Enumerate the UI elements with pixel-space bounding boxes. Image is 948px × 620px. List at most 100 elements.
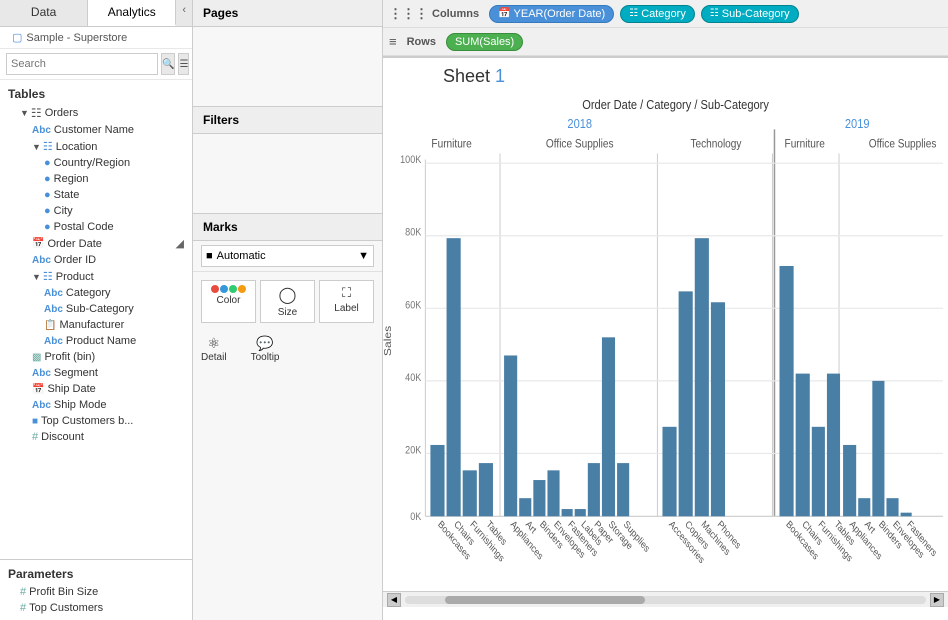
bar[interactable] (479, 463, 493, 516)
bar[interactable] (901, 513, 912, 517)
pill-category[interactable]: ☷ Category (620, 5, 695, 23)
globe-icon: ● (44, 189, 51, 201)
field-segment[interactable]: Abc Segment (0, 365, 192, 381)
left-panel: Data Analytics ‹ ▢ Sample - Superstore 🔍… (0, 0, 193, 620)
field-label: Order Date (47, 238, 175, 250)
chart-title: Sheet 1 (443, 66, 505, 86)
clip-icon: 📋 (44, 320, 56, 331)
orders-group[interactable]: ▼ ☷ Orders (0, 104, 192, 122)
chart-title-area: Sheet 1 (383, 58, 948, 87)
bar[interactable] (430, 445, 444, 516)
bar[interactable] (780, 266, 794, 516)
scroll-left-btn[interactable]: ◀ (387, 593, 401, 607)
pill-sum-sales[interactable]: SUM(Sales) (446, 33, 523, 51)
field-location[interactable]: ▼ ☷ Location (0, 138, 192, 155)
calendar-small-icon: 📅 (498, 8, 510, 19)
field-label: Ship Date (47, 383, 184, 395)
field-ship-date[interactable]: 📅 Ship Date (0, 381, 192, 397)
marks-buttons-grid: Color ◯ Size ⛶ Label (193, 272, 382, 331)
scrollbar-thumb[interactable] (445, 596, 645, 604)
bar[interactable] (695, 238, 709, 516)
bar[interactable] (617, 463, 629, 516)
bar[interactable] (886, 498, 898, 516)
pill-year-order-date[interactable]: 📅 YEAR(Order Date) (489, 5, 614, 23)
bar[interactable] (547, 470, 559, 516)
param-icon: # (20, 602, 26, 614)
bar[interactable] (575, 509, 586, 516)
field-city[interactable]: ● City (0, 203, 192, 219)
collapse-left-btn[interactable]: ‹ (176, 0, 192, 26)
field-top-customers[interactable]: ■ Top Customers b... (0, 413, 192, 429)
location-expand: ▼ (32, 142, 41, 152)
search-row: 🔍 ☰ ⋮ ▼ (0, 49, 192, 80)
marks-color-label: Color (217, 295, 241, 306)
scrollbar-track[interactable] (405, 596, 926, 604)
param-label: Top Customers (29, 602, 184, 614)
orders-label: Orders (45, 107, 184, 119)
detail-icon: ⚛ (208, 335, 221, 352)
field-label: Discount (41, 431, 184, 443)
marks-label-btn[interactable]: ⛶ Label (319, 280, 374, 323)
field-order-date[interactable]: 📅 Order Date ◢ (0, 235, 192, 252)
pill-text: YEAR(Order Date) (514, 8, 606, 20)
field-region[interactable]: ● Region (0, 171, 192, 187)
filter-icon[interactable]: ☰ (178, 53, 189, 75)
field-customer-name[interactable]: Abc Customer Name (0, 122, 192, 138)
bar[interactable] (796, 374, 810, 517)
search-icon[interactable]: 🔍 (161, 53, 175, 75)
bar[interactable] (463, 470, 477, 516)
bar[interactable] (562, 509, 573, 516)
svg-text:60K: 60K (405, 300, 421, 312)
marks-dropdown-arrow: ▼ (358, 250, 369, 262)
bar[interactable] (679, 291, 693, 516)
svg-text:Order Date / Category / Sub-Ca: Order Date / Category / Sub-Category (582, 97, 769, 112)
scroll-right-btn[interactable]: ▶ (930, 593, 944, 607)
svg-text:2019: 2019 (845, 116, 870, 131)
svg-text:Furniture: Furniture (431, 138, 471, 151)
param-profit-bin-size[interactable]: # Profit Bin Size (0, 584, 192, 600)
bar[interactable] (519, 498, 531, 516)
field-country-region[interactable]: ● Country/Region (0, 155, 192, 171)
bar[interactable] (843, 445, 856, 516)
field-sub-category[interactable]: Abc Sub-Category (0, 301, 192, 317)
field-state[interactable]: ● State (0, 187, 192, 203)
orders-table-icon: ☷ (31, 106, 42, 120)
tab-data[interactable]: Data (0, 0, 88, 26)
marks-detail-btn[interactable]: ⚛ Detail (201, 335, 227, 363)
pill-sub-category[interactable]: ☷ Sub-Category (701, 5, 799, 23)
marks-detail-row: ⚛ Detail 💬 Tooltip (193, 331, 382, 367)
bar[interactable] (662, 427, 676, 516)
bar[interactable] (533, 480, 545, 516)
globe-icon: ● (44, 221, 51, 233)
marks-size-btn[interactable]: ◯ Size (260, 280, 315, 323)
scrollbar[interactable]: ◀ ▶ (383, 591, 948, 607)
bar[interactable] (872, 381, 884, 516)
search-input[interactable] (6, 53, 158, 75)
field-label: Order ID (54, 254, 184, 266)
marks-type-select[interactable]: ■ Automatic ▼ (201, 245, 374, 267)
bar[interactable] (588, 463, 600, 516)
field-label: Product (56, 271, 184, 283)
bar[interactable] (827, 374, 840, 517)
field-product-name[interactable]: Abc Product Name (0, 333, 192, 349)
field-profit-bin[interactable]: ▩ Profit (bin) (0, 349, 192, 365)
bar[interactable] (447, 238, 461, 516)
bar[interactable] (812, 427, 825, 516)
bar[interactable] (504, 355, 517, 516)
bar[interactable] (858, 498, 870, 516)
abc-icon: Abc (44, 304, 63, 315)
field-discount[interactable]: # Discount (0, 429, 192, 445)
bar[interactable] (602, 337, 615, 516)
pill-text: Sub-Category (722, 8, 790, 20)
marks-tooltip-btn[interactable]: 💬 Tooltip (251, 335, 280, 363)
bar[interactable] (711, 302, 725, 516)
field-manufacturer[interactable]: 📋 Manufacturer (0, 317, 192, 333)
field-ship-mode[interactable]: Abc Ship Mode (0, 397, 192, 413)
field-order-id[interactable]: Abc Order ID (0, 252, 192, 268)
marks-color-btn[interactable]: Color (201, 280, 256, 323)
field-postal-code[interactable]: ● Postal Code (0, 219, 192, 235)
param-top-customers[interactable]: # Top Customers (0, 600, 192, 616)
tab-analytics[interactable]: Analytics (88, 0, 176, 26)
field-product[interactable]: ▼ ☷ Product (0, 268, 192, 285)
field-category[interactable]: Abc Category (0, 285, 192, 301)
